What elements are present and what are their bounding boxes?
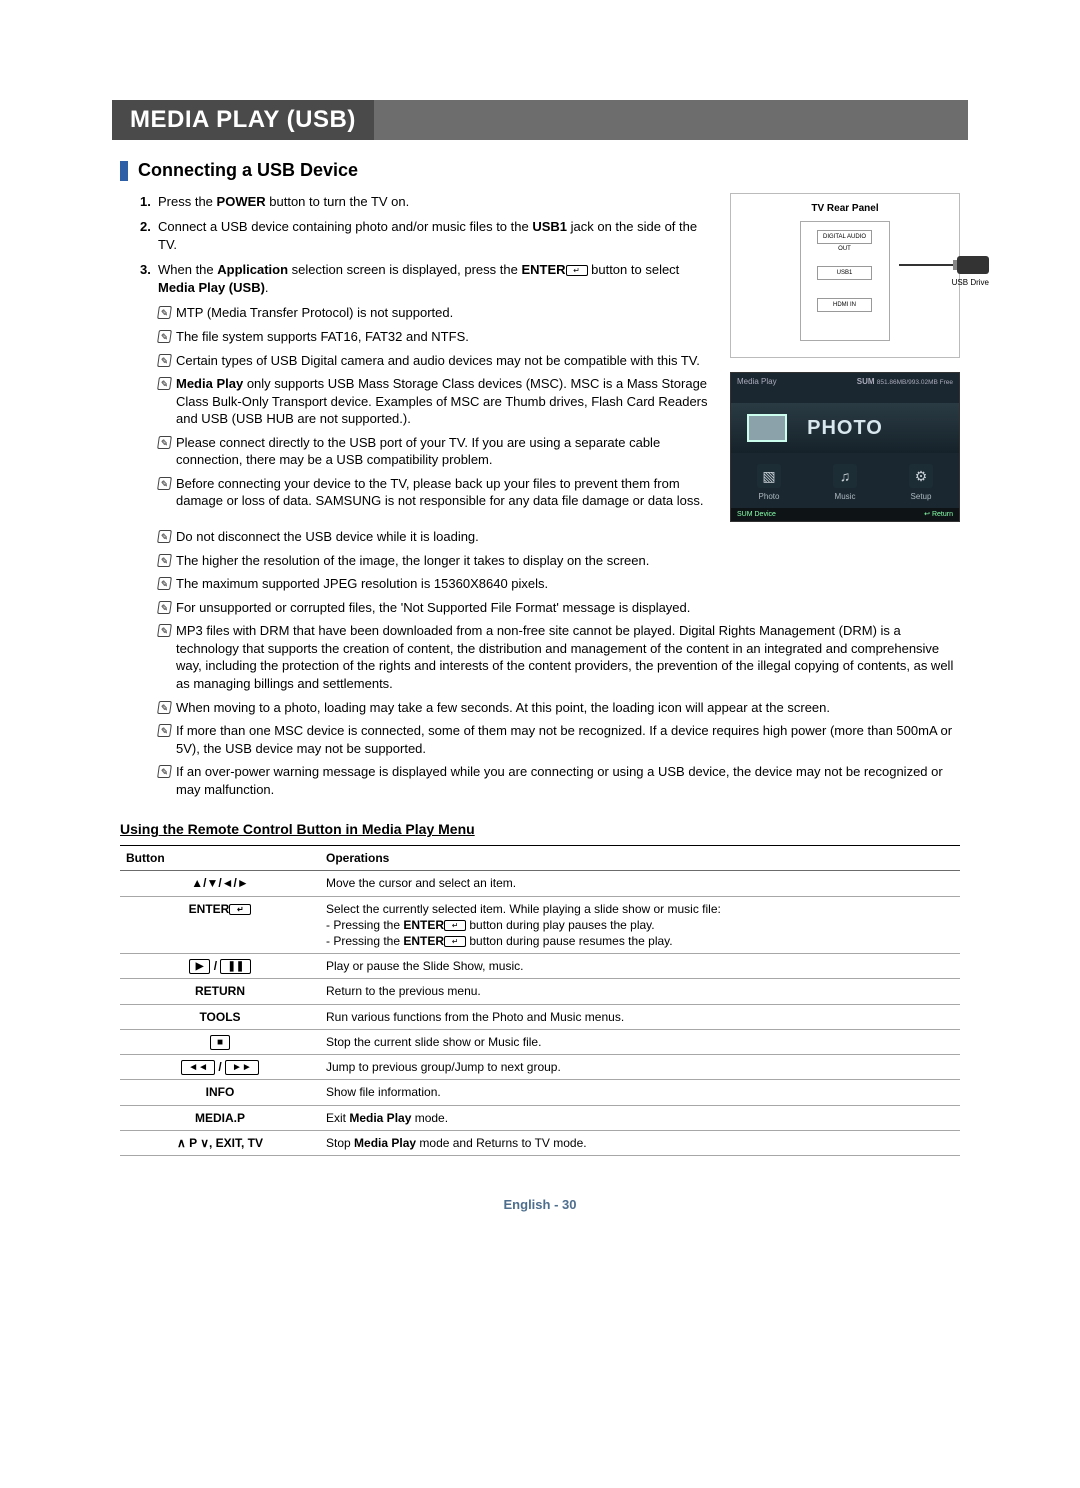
note: ✎Before connecting your device to the TV… [158, 475, 712, 510]
photo-icon: ▧ [757, 464, 781, 488]
usb-drive-icon [957, 256, 989, 274]
step-1: 1. Press the POWER button to turn the TV… [140, 193, 712, 211]
note-icon: ✎ [157, 554, 172, 567]
tv-panel-box: DIGITAL AUDIO OUT USB1 HDMI IN USB Drive [800, 221, 890, 341]
footer-right: ↩ Return [924, 510, 953, 519]
table-row: ∧ P ∨, EXIT, TV Stop Media Play mode and… [120, 1130, 960, 1155]
usb1-port: USB1 [817, 266, 872, 280]
note-icon: ✎ [157, 530, 172, 543]
pause-icon: ❚❚ [220, 959, 251, 974]
note: ✎The maximum supported JPEG resolution i… [158, 575, 960, 593]
enter-icon: ↵ [229, 904, 251, 915]
note-icon: ✎ [157, 330, 172, 343]
note: ✎MP3 files with DRM that have been downl… [158, 622, 960, 692]
table-row: ◄◄ / ►► Jump to previous group/Jump to n… [120, 1055, 960, 1080]
menu-item-setup: ⚙Setup [890, 464, 952, 503]
section-header: Connecting a USB Device [120, 158, 960, 182]
note: ✎The file system supports FAT16, FAT32 a… [158, 328, 712, 346]
table-row: MEDIA.P Exit Media Play mode. [120, 1105, 960, 1130]
note: ✎Certain types of USB Digital camera and… [158, 352, 712, 370]
note-icon: ✎ [157, 601, 172, 614]
rewind-icon: ◄◄ [181, 1060, 215, 1075]
chapter-bar: MEDIA PLAY (USB) [112, 100, 968, 140]
music-icon: ♫ [833, 464, 857, 488]
note: ✎The higher the resolution of the image,… [158, 552, 960, 570]
photo-thumbnail-icon [747, 414, 787, 442]
note-icon: ✎ [157, 477, 172, 490]
note-icon: ✎ [157, 306, 172, 319]
rear-panel-diagram: TV Rear Panel DIGITAL AUDIO OUT USB1 HDM… [730, 193, 960, 359]
table-row: INFO Show file information. [120, 1080, 960, 1105]
instruction-column: 1. Press the POWER button to turn the TV… [120, 193, 712, 523]
table-row: RETURN Return to the previous menu. [120, 979, 960, 1004]
note: ✎When moving to a photo, loading may tak… [158, 699, 960, 717]
note-icon: ✎ [157, 436, 172, 449]
note-icon: ✎ [157, 377, 172, 390]
note: ✎Do not disconnect the USB device while … [158, 528, 960, 546]
enter-icon: ↵ [444, 920, 466, 931]
enter-icon: ↵ [444, 936, 466, 947]
photo-banner: PHOTO [731, 403, 959, 453]
gear-icon: ⚙ [909, 464, 933, 488]
footer-left: SUM Device [737, 510, 776, 519]
table-row: ▲/▼/◄/► Move the cursor and select an it… [120, 871, 960, 896]
col-operations: Operations [320, 846, 960, 871]
screen-title: Media Play [737, 377, 777, 388]
rear-panel-label: TV Rear Panel [737, 202, 953, 216]
media-play-screen: Media Play SUM 851.86MB/993.02MB Free PH… [730, 372, 960, 522]
note-icon: ✎ [157, 577, 172, 590]
step-2: 2. Connect a USB device containing photo… [140, 218, 712, 253]
stop-icon: ■ [210, 1035, 230, 1050]
note: ✎If more than one MSC device is connecte… [158, 722, 960, 757]
subsection-title: Using the Remote Control Button in Media… [120, 820, 960, 839]
usb-cable [899, 264, 959, 266]
note: ✎MTP (Media Transfer Protocol) is not su… [158, 304, 712, 322]
section-marker [120, 161, 128, 181]
section-title: Connecting a USB Device [138, 158, 358, 182]
note-icon: ✎ [157, 765, 172, 778]
step-3: 3. When the Application selection screen… [140, 261, 712, 296]
note: ✎Please connect directly to the USB port… [158, 434, 712, 469]
table-row: ■ Stop the current slide show or Music f… [120, 1029, 960, 1054]
chapter-title: MEDIA PLAY (USB) [112, 100, 374, 140]
menu-item-photo: ▧Photo [738, 464, 800, 503]
note: ✎If an over-power warning message is dis… [158, 763, 960, 798]
note-icon: ✎ [157, 724, 172, 737]
menu-item-music: ♫Music [814, 464, 876, 503]
table-row: TOOLS Run various functions from the Pho… [120, 1004, 960, 1029]
table-row: ENTER↵ Select the currently selected ite… [120, 896, 960, 954]
forward-icon: ►► [225, 1060, 259, 1075]
play-icon: ▶ [189, 959, 211, 974]
page-footer: English - 30 [120, 1196, 960, 1214]
col-button: Button [120, 846, 320, 871]
port-slot: DIGITAL AUDIO OUT [817, 230, 872, 244]
note: ✎For unsupported or corrupted files, the… [158, 599, 960, 617]
note-icon: ✎ [157, 354, 172, 367]
remote-button-table: Button Operations ▲/▼/◄/► Move the curso… [120, 845, 960, 1156]
table-row: ▶ / ❚❚ Play or pause the Slide Show, mus… [120, 954, 960, 979]
enter-icon: ↵ [566, 265, 588, 276]
note: ✎Media Play only supports USB Mass Stora… [158, 375, 712, 428]
note-icon: ✎ [157, 624, 172, 637]
note-icon: ✎ [157, 701, 172, 714]
port-slot: HDMI IN [817, 298, 872, 312]
usb-drive-label: USB Drive [952, 278, 989, 289]
